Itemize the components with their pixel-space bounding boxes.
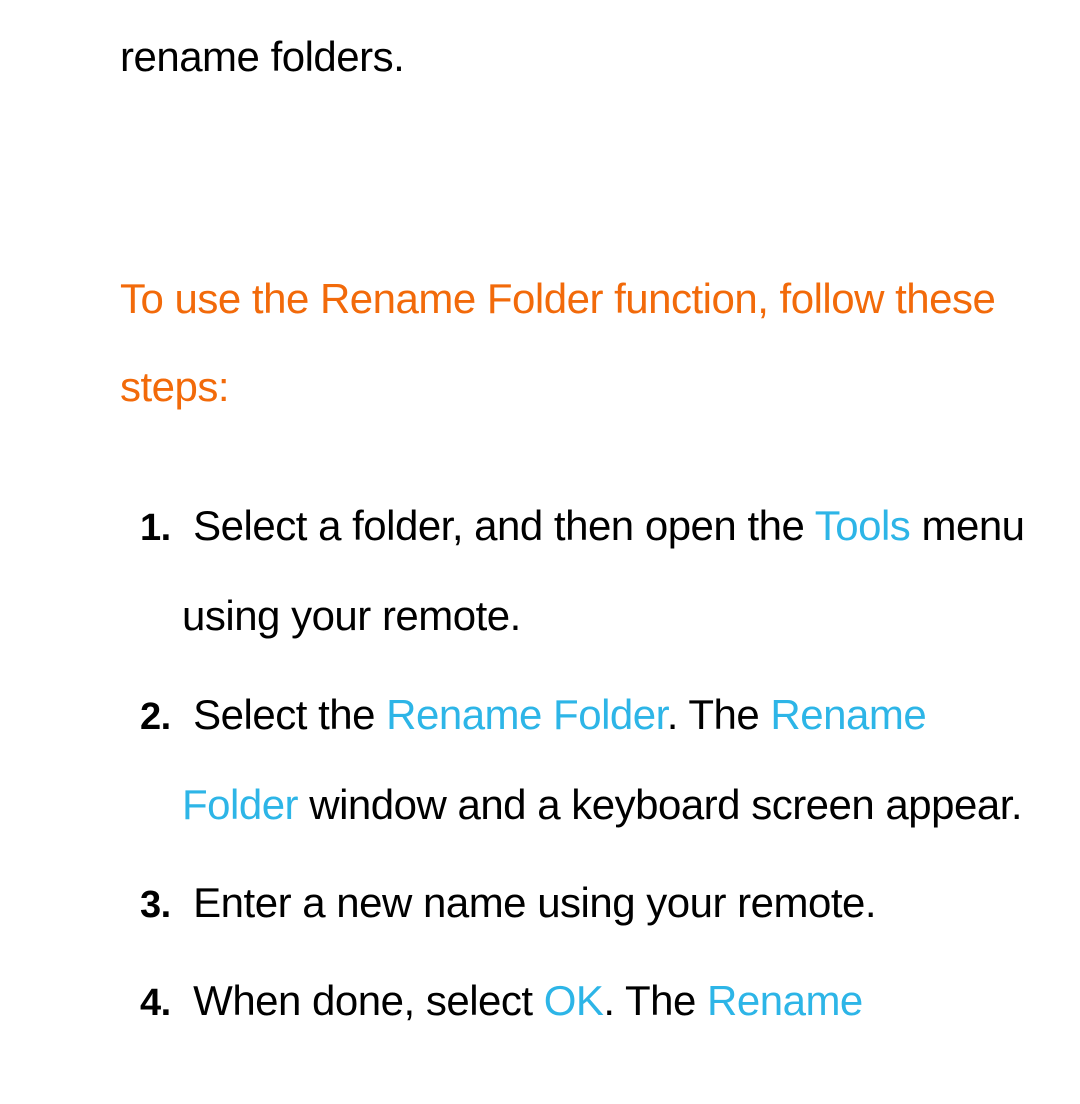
document-page: rename folders. To use the Rename Folder… — [0, 0, 1080, 1047]
step-text: Enter a new name using your remote. — [193, 879, 876, 926]
intro-text: rename folders. — [120, 30, 1040, 85]
step-text: When done, select — [193, 977, 544, 1024]
step-2: Select the Rename Folder. The Rename Fol… — [140, 670, 1040, 851]
ok-label: OK — [544, 977, 604, 1024]
step-4: When done, select OK. The Rename — [140, 956, 1040, 1046]
step-text: Select a folder, and then open the — [193, 502, 815, 549]
step-text: . The — [603, 977, 707, 1024]
rename-folder-label: Rename Folder — [386, 691, 667, 738]
instruction-heading: To use the Rename Folder function, follo… — [120, 255, 1040, 431]
steps-list: Select a folder, and then open the Tools… — [120, 481, 1040, 1047]
step-text: window and a keyboard screen appear. — [298, 781, 1022, 828]
step-1: Select a folder, and then open the Tools… — [140, 481, 1040, 662]
rename-label: Rename — [707, 977, 863, 1024]
step-text: . The — [667, 691, 771, 738]
tools-label: Tools — [815, 502, 911, 549]
step-3: Enter a new name using your remote. — [140, 858, 1040, 948]
step-text: Select the — [193, 691, 386, 738]
